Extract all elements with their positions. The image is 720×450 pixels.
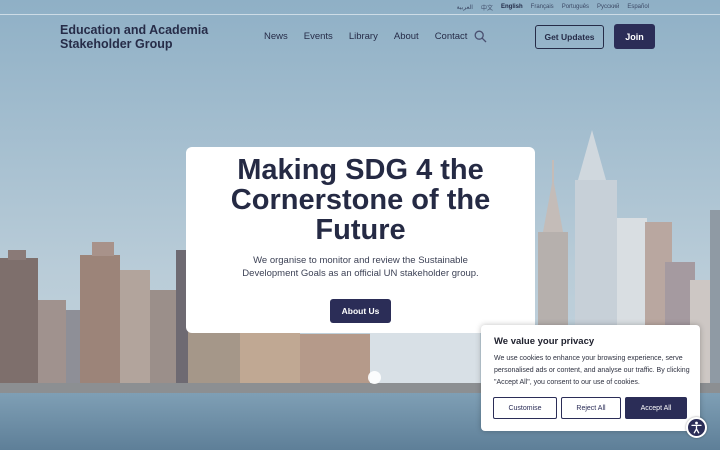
cookie-consent-banner: We value your privacy We use cookies to … — [481, 325, 700, 431]
cookie-text: We use cookies to enhance your browsing … — [494, 355, 690, 386]
hero-title: Making SDG 4 the Cornerstone of the Futu… — [230, 154, 491, 246]
language-link-russian[interactable]: Русский — [597, 4, 619, 10]
search-icon[interactable] — [474, 30, 487, 43]
slider-dot[interactable] — [368, 371, 381, 384]
accessibility-person-icon — [691, 421, 702, 434]
language-link-portuguese[interactable]: Português — [562, 4, 589, 10]
language-link-spanish[interactable]: Español — [627, 4, 649, 10]
nav-item-library[interactable]: Library — [349, 30, 378, 43]
language-link-chinese[interactable]: 中文 — [481, 3, 493, 12]
language-link-english[interactable]: English — [501, 4, 523, 10]
hero-card: Making SDG 4 the Cornerstone of the Futu… — [186, 147, 535, 333]
about-us-button[interactable]: About Us — [330, 299, 391, 323]
nav-item-about[interactable]: About — [394, 30, 419, 43]
customise-button[interactable]: Customise — [493, 397, 557, 419]
nav-item-events[interactable]: Events — [304, 30, 333, 43]
nav-item-news[interactable]: News — [264, 30, 288, 43]
join-button[interactable]: Join — [614, 24, 655, 49]
reject-all-button[interactable]: Reject All — [561, 397, 621, 419]
main-nav: News Events Library About Contact — [264, 30, 483, 43]
accept-all-button[interactable]: Accept All — [625, 397, 687, 419]
get-updates-button[interactable]: Get Updates — [535, 25, 604, 49]
hero-subtitle: We organise to monitor and review the Su… — [242, 255, 479, 279]
cookie-title: We value your privacy — [494, 336, 595, 347]
language-bar: العربية 中文 English Français Português Ру… — [0, 0, 720, 15]
language-link-arabic[interactable]: العربية — [457, 4, 473, 11]
language-link-french[interactable]: Français — [531, 4, 554, 10]
accessibility-icon[interactable] — [686, 417, 707, 438]
nav-item-contact[interactable]: Contact — [435, 30, 468, 43]
site-logo[interactable]: Education and Academia Stakeholder Group — [60, 23, 230, 51]
